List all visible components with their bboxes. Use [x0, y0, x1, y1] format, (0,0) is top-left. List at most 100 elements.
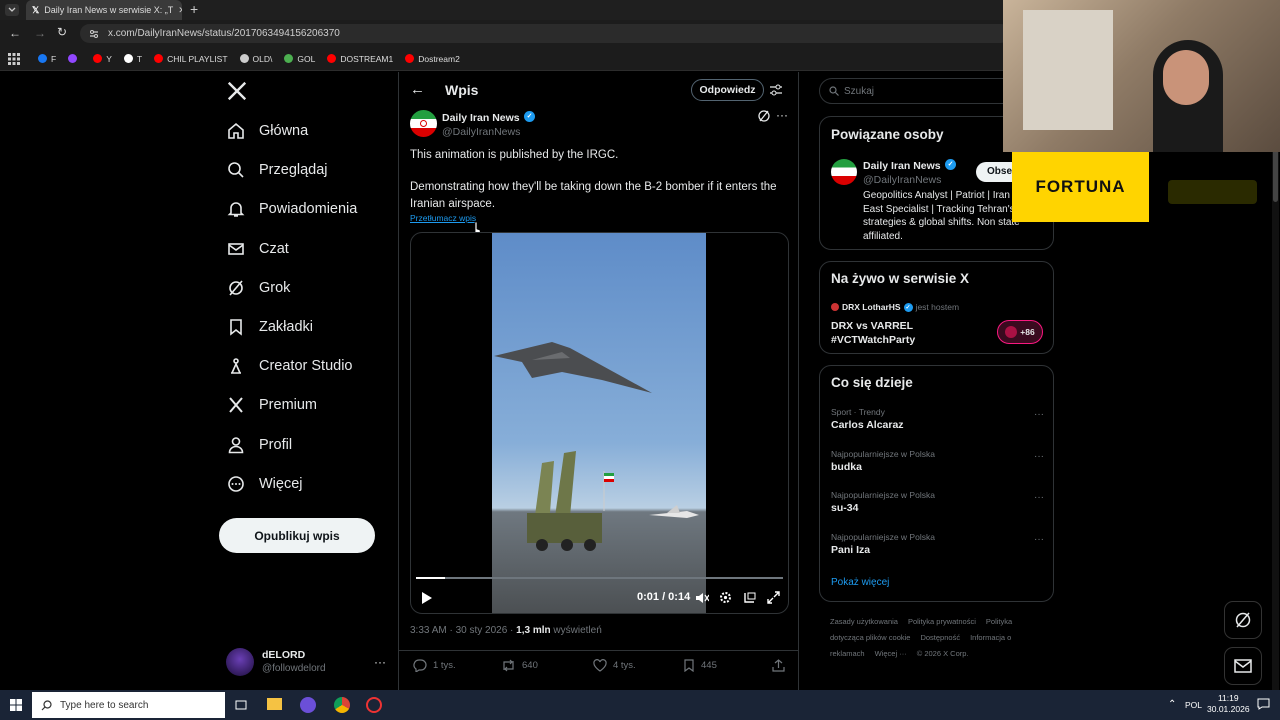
- trend-more-icon[interactable]: ···: [1034, 409, 1044, 420]
- trend-more-icon[interactable]: ···: [1034, 492, 1044, 503]
- video-player[interactable]: 0:01 / 0:14: [410, 232, 789, 614]
- video-settings-icon[interactable]: [719, 591, 732, 604]
- heart-icon: [593, 659, 607, 672]
- bookmark-action[interactable]: 445: [683, 659, 717, 672]
- picture-in-picture-icon[interactable]: [743, 591, 756, 604]
- tray-chevron-icon[interactable]: ⌃: [1168, 699, 1176, 710]
- share-icon[interactable]: [772, 659, 785, 672]
- bookmark-item[interactable]: CHIL PLAYLIST: [154, 54, 228, 64]
- trend-item[interactable]: Najpopularniejsze w Polska budka ···: [831, 449, 1046, 476]
- footer-link[interactable]: Więcej ···: [875, 649, 907, 658]
- grok-icon[interactable]: [757, 109, 771, 123]
- nav-item-9[interactable]: Profil: [227, 434, 357, 456]
- address-bar[interactable]: x.com/DailyIranNews/status/2017063494156…: [80, 24, 1010, 43]
- bookmark-item[interactable]: T: [123, 54, 142, 64]
- publish-button[interactable]: Opublikuj wpis: [219, 518, 375, 553]
- bookmark-item[interactable]: Y: [93, 54, 112, 64]
- trend-item[interactable]: Najpopularniejsze w Polska su-34 ···: [831, 490, 1046, 517]
- app-icon-2[interactable]: [366, 697, 382, 713]
- live-card: Na żywo w serwisie X DRX LotharHS ✓ jest…: [819, 261, 1054, 354]
- trend-context: Najpopularniejsze w Polska: [831, 531, 935, 542]
- notification-icon[interactable]: [1257, 698, 1270, 710]
- tab-search-button[interactable]: [5, 4, 19, 16]
- live-title-line2[interactable]: #VCTWatchParty: [831, 334, 915, 346]
- verified-badge-icon: ✓: [945, 159, 957, 171]
- bookmark-item[interactable]: OLD\: [239, 54, 272, 64]
- nav-item-2[interactable]: Przeglądaj: [227, 159, 357, 181]
- back-icon[interactable]: ←: [9, 26, 21, 40]
- footer-link[interactable]: Polityka prywatności: [908, 617, 976, 626]
- play-icon[interactable]: [421, 591, 433, 605]
- bookmark-item[interactable]: DOSTREAM1: [327, 54, 393, 64]
- trend-name: budka: [831, 460, 862, 473]
- site-info-icon[interactable]: [88, 28, 100, 40]
- footer-link[interactable]: Dostępność: [920, 633, 960, 642]
- nav-item-1[interactable]: Główna: [227, 120, 357, 142]
- messages-fab[interactable]: [1224, 647, 1262, 685]
- reload-icon[interactable]: ↻: [57, 25, 67, 39]
- related-avatar[interactable]: [831, 159, 857, 185]
- live-host[interactable]: DRX LotharHS: [842, 302, 901, 312]
- nav-item-8[interactable]: Premium: [227, 394, 357, 416]
- post-more-icon[interactable]: ···: [776, 108, 788, 122]
- reply-count: 1 tys.: [433, 660, 456, 671]
- task-view-icon[interactable]: [235, 699, 247, 711]
- forward-icon[interactable]: →: [34, 26, 46, 40]
- more-dots-icon[interactable]: ···: [374, 655, 386, 669]
- bookmark-item[interactable]: F: [38, 54, 56, 64]
- live-title-line1[interactable]: DRX vs VARREL: [831, 320, 913, 332]
- live-listeners-badge[interactable]: +86: [997, 320, 1043, 344]
- trend-item[interactable]: Najpopularniejsze w Polska Pani Iza ···: [831, 532, 1046, 559]
- footer-link[interactable]: Zasady użytkowania: [830, 617, 898, 626]
- bookmark-item[interactable]: GOL: [284, 54, 315, 64]
- windows-start-icon[interactable]: [10, 699, 22, 711]
- nav-item-7[interactable]: Creator Studio: [227, 355, 357, 377]
- like-action[interactable]: 4 tys.: [593, 659, 636, 672]
- taskbar-search[interactable]: Type here to search: [32, 692, 225, 718]
- language-indicator[interactable]: POL: [1185, 700, 1202, 710]
- clock[interactable]: 11:19 30.01.2026: [1207, 693, 1250, 715]
- chrome-icon[interactable]: [334, 697, 350, 713]
- video-progress-track[interactable]: [416, 577, 783, 579]
- bell-icon: [227, 202, 245, 218]
- post-timestamp[interactable]: 3:33 AM · 30 sty 2026 ·: [410, 625, 516, 636]
- reply-button[interactable]: Odpowiedz: [691, 79, 764, 101]
- nav-item-6[interactable]: Zakładki: [227, 316, 357, 338]
- nav-item-10[interactable]: Więcej: [227, 473, 357, 495]
- mute-icon[interactable]: [695, 592, 709, 604]
- browser-tab[interactable]: 𝕏 Daily Iran News w serwisie X: „T ✕: [26, 0, 182, 20]
- back-arrow-icon[interactable]: ←: [410, 81, 425, 98]
- footer-link[interactable]: © 2026 X Corp.: [917, 649, 969, 658]
- author-name[interactable]: Daily Iran News: [442, 112, 520, 124]
- x-logo-icon[interactable]: [226, 80, 248, 102]
- grok-fab[interactable]: [1224, 601, 1262, 639]
- apps-grid-icon[interactable]: [8, 52, 20, 65]
- clock-time: 11:19: [1217, 693, 1239, 703]
- trend-more-icon[interactable]: ···: [1034, 534, 1044, 545]
- close-tab-icon[interactable]: ✕: [178, 5, 182, 16]
- grok-icon: [1235, 612, 1251, 628]
- trend-name: Carlos Alcaraz: [831, 419, 904, 431]
- author-avatar[interactable]: [410, 110, 437, 137]
- related-name[interactable]: Daily Iran News: [863, 160, 941, 172]
- file-explorer-icon[interactable]: [267, 698, 282, 710]
- nav-item-label: Przeglądaj: [259, 162, 328, 179]
- nav-item-3[interactable]: Powiadomienia: [227, 198, 357, 220]
- account-switcher[interactable]: dELORD @followdelord ···: [226, 646, 386, 678]
- new-tab-icon[interactable]: +: [190, 1, 198, 17]
- bookmark-favicon-icon: [239, 54, 249, 63]
- show-more-link[interactable]: Pokaż więcej: [831, 577, 889, 588]
- trend-more-icon[interactable]: ···: [1034, 451, 1044, 462]
- bookmark-item[interactable]: [68, 54, 81, 64]
- trend-item[interactable]: Sport · Trendy Carlos Alcaraz ···: [831, 407, 1046, 434]
- translate-link[interactable]: Przetłumacz wpis: [410, 213, 476, 223]
- settings-sliders-icon[interactable]: [769, 83, 783, 97]
- reply-action[interactable]: 1 tys.: [413, 659, 456, 672]
- bookmark-item[interactable]: Dostream2: [405, 54, 460, 64]
- fullscreen-icon[interactable]: [767, 591, 780, 604]
- app-icon-1[interactable]: [300, 697, 316, 713]
- repost-action[interactable]: 640: [501, 659, 538, 672]
- nav-item-4[interactable]: Czat: [227, 238, 357, 260]
- nav-item-5[interactable]: Grok: [227, 277, 357, 299]
- scrollbar[interactable]: [1272, 72, 1279, 690]
